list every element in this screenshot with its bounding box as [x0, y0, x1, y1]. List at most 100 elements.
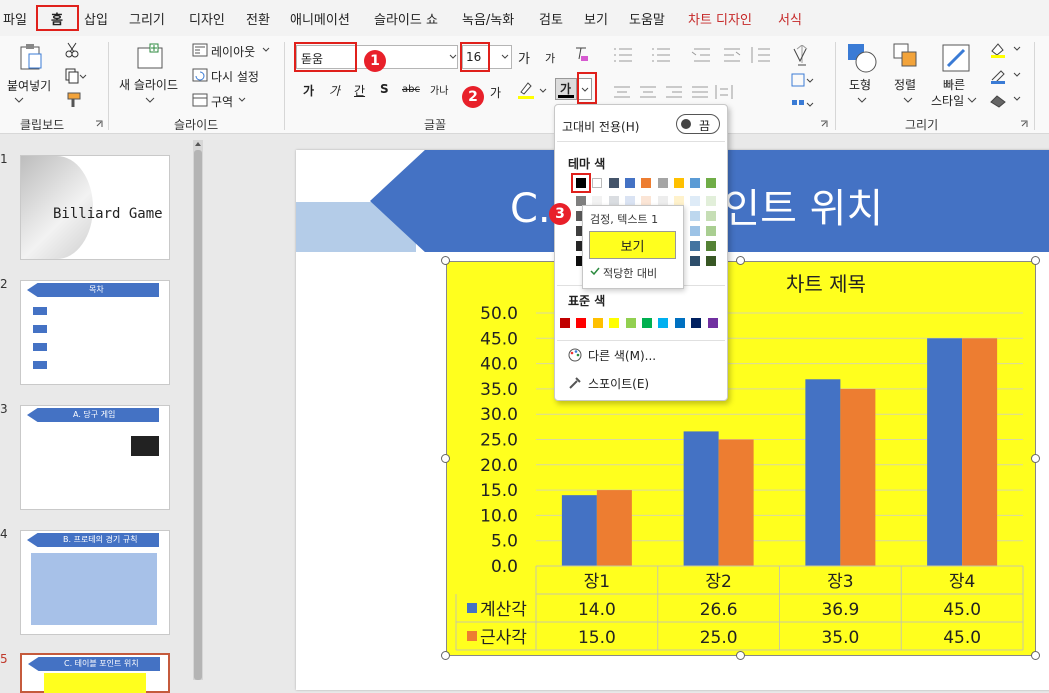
char-spacing-button[interactable]: 가나 [430, 82, 448, 97]
theme-shade-swatch[interactable] [706, 241, 717, 251]
underline-button[interactable]: 간 [354, 82, 365, 99]
resize-handle[interactable] [1031, 454, 1040, 463]
shape-fill-icon[interactable] [988, 42, 1022, 58]
reset-icon[interactable] [192, 68, 208, 82]
theme-shade-swatch[interactable] [690, 256, 701, 266]
resize-handle[interactable] [441, 454, 450, 463]
arrange-icon[interactable] [892, 42, 922, 74]
align-text-icon[interactable] [790, 72, 814, 90]
section-chevron-icon[interactable] [238, 97, 246, 103]
reset-button[interactable]: 다시 설정 [211, 68, 259, 85]
resize-handle[interactable] [1031, 651, 1040, 660]
smartart-icon[interactable] [790, 96, 814, 114]
slide-thumb-3[interactable]: A. 당구 게임 [20, 405, 170, 510]
standard-swatch[interactable] [674, 318, 685, 328]
menu-insert[interactable]: 삽입 [84, 9, 108, 28]
theme-swatch[interactable] [608, 178, 619, 188]
paste-button[interactable]: 붙여넣기 [7, 77, 51, 94]
menu-review[interactable]: 검토 [539, 9, 563, 28]
resize-handle[interactable] [1031, 256, 1040, 265]
theme-shade-swatch[interactable] [706, 226, 717, 236]
arrange-chevron-icon[interactable] [903, 96, 913, 104]
more-colors-item[interactable]: 다른 색(M)... [588, 347, 656, 364]
paste-chevron-icon[interactable] [14, 96, 24, 104]
clear-format-icon[interactable] [573, 46, 589, 64]
slide-thumb-2[interactable]: 목차 [20, 280, 170, 385]
highlight-chevron-icon[interactable] [539, 88, 547, 94]
theme-shade-swatch[interactable] [690, 241, 701, 251]
layout-button[interactable]: 레이아웃 [211, 43, 255, 60]
section-icon[interactable] [192, 93, 208, 107]
theme-swatch[interactable] [624, 178, 635, 188]
standard-swatch[interactable] [625, 318, 636, 328]
paste-icon[interactable] [18, 42, 44, 72]
menu-design[interactable]: 디자인 [189, 9, 225, 28]
theme-shade-swatch[interactable] [706, 196, 717, 206]
theme-shade-swatch[interactable] [706, 256, 717, 266]
new-slide-chevron-icon[interactable] [145, 96, 155, 104]
format-painter-icon[interactable] [65, 92, 81, 108]
grow-font-button[interactable]: 가 [518, 48, 530, 67]
theme-shade-swatch[interactable] [690, 196, 701, 206]
theme-swatch[interactable] [673, 178, 684, 188]
change-case-button[interactable]: 가 [490, 84, 501, 101]
strikethrough-button[interactable]: abc [402, 84, 420, 95]
resize-handle[interactable] [736, 651, 745, 660]
resize-handle[interactable] [736, 256, 745, 265]
menu-chart-design[interactable]: 차트 디자인 [688, 9, 752, 28]
resize-handle[interactable] [441, 256, 450, 265]
shadow-button[interactable]: S [380, 82, 389, 96]
shape-chevron-icon[interactable] [857, 96, 867, 104]
menu-view[interactable]: 보기 [584, 9, 608, 28]
scroll-up-icon[interactable] [194, 141, 202, 147]
new-slide-icon[interactable] [136, 42, 166, 70]
menu-record[interactable]: 녹음/녹화 [462, 9, 514, 28]
drawing-launcher-icon[interactable] [1020, 120, 1028, 128]
standard-swatch[interactable] [691, 318, 702, 328]
text-direction-icon[interactable] [790, 47, 810, 67]
shape-outline-icon[interactable] [988, 68, 1022, 84]
clipboard-launcher-icon[interactable] [95, 120, 103, 128]
standard-swatch[interactable] [576, 318, 587, 328]
italic-button[interactable]: 가 [329, 82, 340, 99]
layout-icon[interactable] [192, 43, 208, 57]
theme-shade-swatch[interactable] [690, 226, 701, 236]
section-button[interactable]: 구역 [211, 93, 233, 110]
standard-swatch[interactable] [609, 318, 620, 328]
shape-effects-icon[interactable] [988, 92, 1022, 108]
quick-style-chevron-icon[interactable] [967, 96, 977, 104]
standard-swatch[interactable] [560, 318, 570, 328]
standard-swatch[interactable] [707, 318, 718, 328]
new-slide-button[interactable]: 새 슬라이드 [119, 76, 178, 93]
theme-swatch[interactable] [641, 178, 652, 188]
highlight-color-icon[interactable] [516, 80, 536, 100]
menu-animations[interactable]: 애니메이션 [290, 9, 350, 28]
font-size-chevron-icon[interactable] [501, 54, 509, 60]
copy-icon[interactable] [65, 68, 87, 84]
font-launcher-icon[interactable] [820, 120, 828, 128]
slide-thumb-4[interactable]: B. 프로테의 경기 규칙 [20, 530, 170, 635]
theme-swatch[interactable] [690, 178, 701, 188]
menu-draw[interactable]: 그리기 [129, 9, 165, 28]
slide-thumb-1[interactable]: Billiard Game [20, 155, 170, 260]
cut-icon[interactable] [65, 42, 79, 58]
standard-swatch[interactable] [642, 318, 652, 328]
thumbnail-scroll-thumb[interactable] [194, 150, 202, 680]
menu-help[interactable]: 도움말 [629, 9, 665, 28]
shape-icon[interactable] [846, 42, 878, 74]
quick-style-button[interactable]: 빠른 [943, 76, 965, 93]
slide-thumb-5-selected[interactable]: C. 테이블 포인트 위치 [20, 653, 170, 693]
theme-swatch[interactable] [592, 178, 603, 188]
eyedropper-item[interactable]: 스포이트(E) [588, 375, 649, 392]
menu-transitions[interactable]: 전환 [246, 9, 270, 28]
chart-title[interactable]: 차트 제목 [786, 272, 866, 296]
shrink-font-button[interactable]: 가 [545, 50, 555, 66]
bold-button[interactable]: 가 [303, 82, 314, 99]
arrange-button[interactable]: 정렬 [894, 76, 916, 93]
standard-swatch[interactable] [658, 318, 669, 328]
menu-file[interactable]: 파일 [3, 9, 27, 28]
font-name-chevron-icon[interactable] [449, 54, 457, 60]
theme-swatch[interactable] [657, 178, 668, 188]
shape-button[interactable]: 도형 [849, 76, 871, 93]
layout-chevron-icon[interactable] [262, 47, 270, 53]
